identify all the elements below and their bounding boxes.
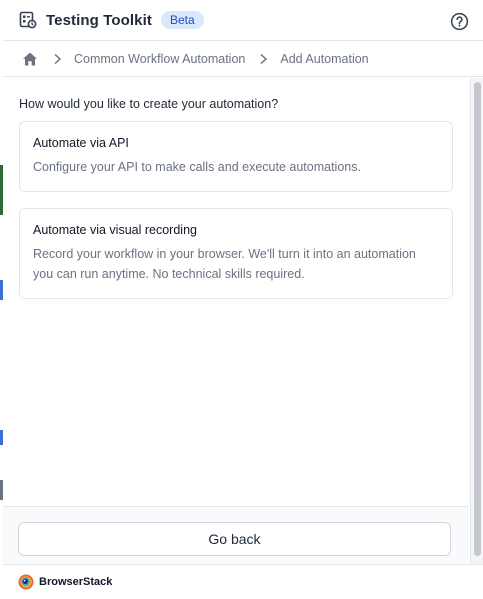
option-automate-via-visual-recording[interactable]: Automate via visual recording Record you… (19, 208, 453, 299)
option-description: Configure your API to make calls and exe… (33, 160, 361, 174)
breadcrumb-common-workflow-automation[interactable]: Common Workflow Automation (74, 52, 245, 66)
breadcrumb: Common Workflow Automation Add Automatio… (3, 41, 483, 77)
brand-footer: BrowserStack (3, 564, 483, 599)
go-back-button[interactable]: Go back (18, 522, 451, 556)
option-automate-via-api[interactable]: Automate via API Configure your API to m… (19, 121, 453, 192)
chevron-right-icon (257, 53, 269, 65)
browserstack-logo (18, 574, 34, 590)
scrollbar-thumb[interactable] (474, 82, 481, 556)
option-description: Record your workflow in your browser. We… (33, 247, 416, 281)
chevron-right-icon (51, 53, 63, 65)
footer-actions: Go back (3, 506, 469, 564)
brand-name: BrowserStack (39, 576, 113, 588)
beta-badge: Beta (160, 11, 204, 29)
header: Testing Toolkit Beta (3, 0, 483, 41)
help-icon[interactable] (449, 11, 469, 31)
breadcrumb-add-automation: Add Automation (280, 51, 369, 66)
option-title: Automate via visual recording (33, 223, 197, 237)
scrollbar[interactable] (470, 78, 483, 564)
home-icon[interactable] (21, 50, 39, 68)
app-title: Testing Toolkit (46, 11, 152, 29)
prompt-question: How would you like to create your automa… (19, 97, 279, 111)
option-title: Automate via API (33, 136, 129, 150)
toolkit-icon (18, 10, 38, 30)
main-content: How would you like to create your automa… (3, 78, 469, 506)
extension-panel: Testing Toolkit Beta Common Workflow Aut… (0, 0, 483, 599)
